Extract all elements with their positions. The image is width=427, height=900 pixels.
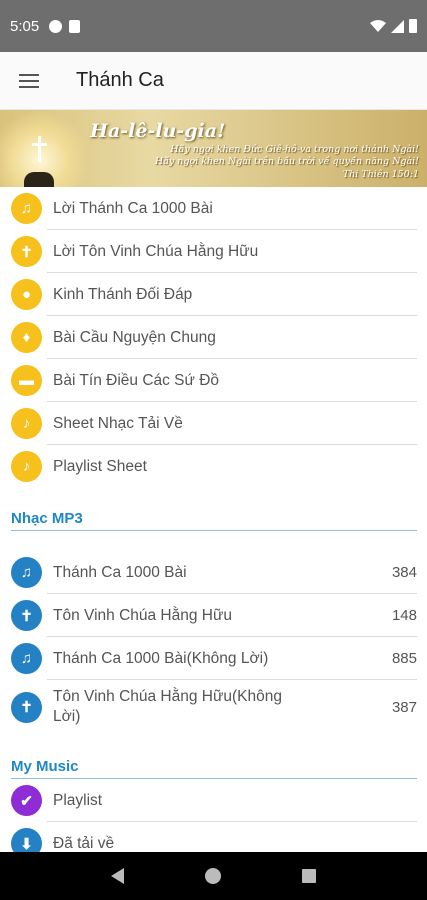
sd-card-icon [69, 19, 81, 33]
status-bar: 5:05 [0, 0, 427, 52]
worshipper-silhouette [24, 172, 54, 187]
list-item-label: Lời Thánh Ca 1000 Bài [53, 199, 213, 217]
track-count: 885 [391, 650, 417, 667]
list-item-label: Thánh Ca 1000 Bài(Không Lời) [53, 649, 269, 667]
mp3-item-worship-instrumental[interactable]: ✝ Tôn Vinh Chúa Hằng Hữu(Không Lời) 387 [0, 680, 427, 734]
music-note-icon: ♪ [11, 408, 42, 439]
list-item-label: Bài Cầu Nguyện Chung [53, 328, 216, 346]
status-right [370, 19, 417, 33]
open-book-icon: ▬ [11, 365, 42, 396]
home-icon[interactable] [204, 868, 221, 884]
list-item-label: Playlist Sheet [53, 457, 147, 475]
list-item-label: Tôn Vinh Chúa Hằng Hữu(Không Lời) [53, 688, 282, 725]
music-note-icon: ♪ [11, 451, 42, 482]
worship-icon: ✝ [11, 691, 42, 723]
menu-item-downloaded-sheets[interactable]: ♪ Sheet Nhạc Tải Về [0, 402, 427, 445]
mp3-item-worship[interactable]: ✝ Tôn Vinh Chúa Hằng Hữu 148 [0, 594, 427, 637]
list-item-label: Sheet Nhạc Tải Về [53, 414, 183, 432]
cross-icon [30, 136, 48, 162]
back-icon[interactable] [110, 868, 124, 884]
system-nav-bar [0, 852, 427, 900]
list-item-label: Kinh Thánh Đối Đáp [53, 285, 193, 303]
chat-bubble-icon: ● [11, 279, 42, 310]
wifi-icon [370, 20, 386, 32]
battery-icon [409, 19, 417, 33]
track-count: 148 [391, 607, 417, 624]
menu-item-responsive-reading[interactable]: ● Kinh Thánh Đối Đáp [0, 273, 427, 316]
hymn-book-icon: ♫ [11, 193, 42, 224]
hamburger-icon [19, 73, 39, 88]
hymn-book-icon: ♫ [11, 643, 42, 674]
list-item-label: Đã tải về [53, 834, 115, 852]
signal-icon [391, 19, 404, 33]
check-icon: ✔ [11, 785, 42, 816]
menu-item-worship-lyrics[interactable]: ✝ Lời Tôn Vinh Chúa Hằng Hữu [0, 230, 427, 273]
hymn-book-icon: ♫ [11, 557, 42, 588]
list-item-label: Lời Tôn Vinh Chúa Hằng Hữu [53, 242, 259, 260]
list-item-label: Bài Tín Điều Các Sứ Đồ [53, 371, 220, 389]
menu-item-hymn-lyrics[interactable]: ♫ Lời Thánh Ca 1000 Bài [0, 187, 427, 230]
banner-title: Ha-lê-lu-gia! [90, 120, 226, 142]
worship-icon: ✝ [11, 600, 42, 631]
section-header-mp3: Nhạc MP3 [11, 510, 417, 531]
menu-button[interactable] [0, 52, 58, 110]
menu-item-common-prayer[interactable]: ♦ Bài Cầu Nguyện Chung [0, 316, 427, 359]
app-bar: Thánh Ca [0, 52, 427, 110]
list-item-label: Playlist [53, 791, 103, 809]
my-music-item-playlist[interactable]: ✔ Playlist [0, 779, 427, 822]
track-count: 384 [391, 564, 417, 581]
menu-item-playlist-sheet[interactable]: ♪ Playlist Sheet [0, 445, 427, 488]
worship-icon: ✝ [11, 236, 42, 267]
banner-verse-reference: Thi Thiên 150:1 [342, 169, 419, 180]
track-count: 387 [391, 698, 417, 716]
banner-verse-line: Hãy ngợi khen Ngài trên bầu trời về quyề… [154, 156, 419, 167]
notification-icon [49, 19, 63, 33]
mp3-item-hymns-instrumental[interactable]: ♫ Thánh Ca 1000 Bài(Không Lời) 885 [0, 637, 427, 680]
banner-image: Ha-lê-lu-gia! Hãy ngợi khen Đức Giê-hô-v… [0, 110, 427, 187]
recent-apps-icon[interactable] [302, 869, 317, 883]
section-header-my-music: My Music [11, 758, 417, 779]
banner-verse-line: Hãy ngợi khen Đức Giê-hô-va trong nơi th… [170, 144, 419, 155]
mp3-item-hymns[interactable]: ♫ Thánh Ca 1000 Bài 384 [0, 551, 427, 594]
list-item-label: Thánh Ca 1000 Bài [53, 563, 187, 581]
praying-hands-icon: ♦ [11, 322, 42, 353]
menu-item-apostles-creed[interactable]: ▬ Bài Tín Điều Các Sứ Đồ [0, 359, 427, 402]
status-time: 5:05 [10, 17, 40, 35]
page-title: Thánh Ca [76, 69, 164, 91]
list-item-label: Tôn Vinh Chúa Hằng Hữu [53, 606, 232, 624]
